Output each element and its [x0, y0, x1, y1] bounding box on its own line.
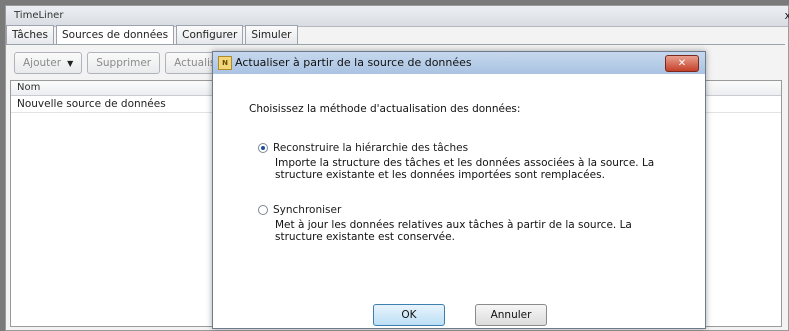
panel-close-icon[interactable]: x [784, 6, 789, 26]
option-synchronize-label[interactable]: Synchroniser [273, 204, 341, 216]
tab-configurer[interactable]: Configurer [176, 25, 244, 44]
tab-taches[interactable]: Tâches [6, 25, 54, 44]
option-rebuild-label[interactable]: Reconstruire la hiérarchie des tâches [273, 142, 468, 154]
option-rebuild-description: Importe la structure des tâches et les d… [275, 157, 655, 181]
close-icon[interactable]: ✕ [665, 55, 699, 72]
add-button[interactable]: Ajouter ▼ [14, 52, 83, 74]
panel-title: TimeLiner [6, 6, 788, 27]
dialog-title: Actualiser à partir de la source de donn… [235, 56, 472, 69]
tab-bar: Tâches Sources de données Configurer Sim… [6, 25, 300, 45]
option-rebuild: Reconstruire la hiérarchie des tâches Im… [258, 142, 675, 181]
radio-synchronize[interactable] [258, 205, 268, 215]
add-button-label: Ajouter [23, 57, 62, 69]
caret-down-icon: ▼ [67, 59, 74, 68]
refresh-dialog: N Actualiser à partir de la source de do… [212, 51, 706, 329]
dialog-title-bar[interactable]: N Actualiser à partir de la source de do… [213, 52, 705, 75]
ok-button[interactable]: OK [373, 304, 445, 326]
dialog-body: Choisissez la méthode d'actualisation de… [213, 74, 705, 328]
option-synchronize-description: Met à jour les données relatives aux tâc… [275, 219, 632, 243]
dialog-prompt: Choisissez la méthode d'actualisation de… [249, 103, 521, 115]
app-icon: N [218, 56, 232, 70]
cancel-button[interactable]: Annuler [475, 304, 547, 326]
delete-button[interactable]: Supprimer [87, 52, 161, 74]
tab-simuler[interactable]: Simuler [245, 25, 298, 44]
radio-rebuild[interactable] [258, 143, 268, 153]
tab-divider [6, 44, 785, 45]
tab-sources-de-donnees[interactable]: Sources de données [55, 25, 175, 45]
toolbar: Ajouter ▼ Supprimer Actualise [14, 52, 231, 74]
option-synchronize: Synchroniser Met à jour les données rela… [258, 204, 675, 243]
